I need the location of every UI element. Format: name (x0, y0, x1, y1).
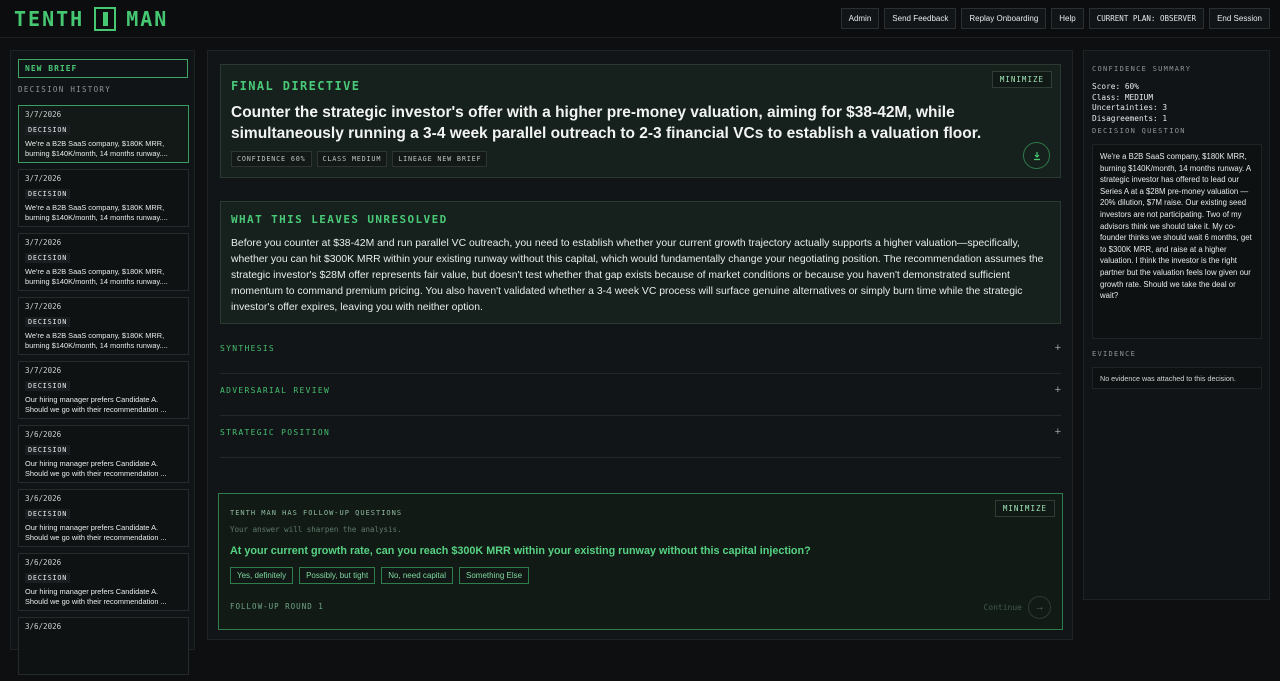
option-no-button[interactable]: No, need capital (381, 567, 454, 584)
logo-text-right: MAN (126, 7, 169, 31)
history-item-text: We're a B2B SaaS company, $180K MRR, bur… (25, 203, 168, 222)
expand-icon: + (1054, 384, 1061, 396)
option-yes-button[interactable]: Yes, definitely (230, 567, 294, 584)
history-item-text: Our hiring manager prefers Candidate A. … (25, 459, 167, 478)
app-logo[interactable]: TENTH MAN (14, 6, 168, 32)
history-item-tag: DECISION (25, 189, 71, 199)
score-value: Score: 60% (1092, 82, 1139, 91)
history-item[interactable]: 3/7/2026 DECISION We're a B2B SaaS compa… (18, 169, 189, 227)
history-item-tag: DECISION (25, 381, 71, 391)
history-item-tag: DECISION (25, 573, 71, 583)
history-item-tag: DECISION (25, 125, 71, 135)
history-item[interactable]: 3/7/2026 DECISION We're a B2B SaaS compa… (18, 297, 189, 355)
evidence-text: No evidence was attached to this decisio… (1092, 367, 1262, 389)
unresolved-card: WHAT THIS LEAVES UNRESOLVED Before you c… (220, 201, 1061, 324)
history-item-date: 3/7/2026 (25, 238, 62, 247)
continue-button[interactable]: Continue (983, 603, 1022, 612)
confidence-summary: Score: 60% Class: MEDIUM Uncertainties: … (1092, 82, 1167, 124)
history-item-text: We're a B2B SaaS company, $180K MRR, bur… (25, 267, 168, 286)
history-item[interactable]: 3/7/2026 DECISION We're a B2B SaaS compa… (18, 233, 189, 291)
arrow-right-icon[interactable]: → (1028, 596, 1051, 619)
history-item[interactable]: 3/6/2026 (18, 617, 189, 675)
lineage-pill: LINEAGE NEW BRIEF (392, 151, 488, 167)
history-item-tag: DECISION (25, 253, 71, 263)
history-item-text: Our hiring manager prefers Candidate A. … (25, 587, 167, 606)
main-panel: FINAL DIRECTIVE MINIMIZE Counter the str… (207, 50, 1073, 640)
follow-up-question: At your current growth rate, can you rea… (230, 545, 811, 557)
history-item-tag: DECISION (25, 445, 71, 455)
final-directive-title: FINAL DIRECTIVE (231, 79, 361, 93)
class-value: Class: MEDIUM (1092, 92, 1154, 102)
new-brief-button[interactable]: NEW BRIEF (18, 59, 188, 78)
history-item-text: Our hiring manager prefers Candidate A. … (25, 523, 167, 542)
decision-question-title: DECISION QUESTION (1092, 127, 1186, 135)
final-directive-card: FINAL DIRECTIVE MINIMIZE Counter the str… (220, 64, 1061, 178)
follow-up-round: FOLLOW-UP ROUND 1 (230, 602, 324, 611)
history-item[interactable]: 3/6/2026 DECISION Our hiring manager pre… (18, 425, 189, 483)
help-button[interactable]: Help (1051, 8, 1084, 29)
history-item-tag: DECISION (25, 509, 71, 519)
history-item-date: 3/7/2026 (25, 174, 62, 183)
option-possibly-button[interactable]: Possibly, but tight (299, 567, 376, 584)
unresolved-title: WHAT THIS LEAVES UNRESOLVED (231, 213, 448, 226)
confidence-summary-title: CONFIDENCE SUMMARY (1092, 65, 1192, 73)
unresolved-text: Before you counter at $38-42M and run pa… (231, 238, 1044, 313)
class-pill: CLASS MEDIUM (316, 151, 388, 167)
section-adversarial-review[interactable]: ADVERSARIAL REVIEW + (220, 374, 1061, 416)
directive-minimize-button[interactable]: MINIMIZE (991, 71, 1052, 88)
disagreements-value: Disagreements: 1 (1092, 113, 1168, 123)
logo-mark-icon (94, 7, 117, 31)
logo-text-left: TENTH (14, 7, 85, 31)
follow-up-card: TENTH MAN HAS FOLLOW-UP QUESTIONS Your a… (218, 493, 1063, 630)
history-item-date: 3/7/2026 (25, 302, 62, 311)
decision-history-list: 3/7/2026 DECISION We're a B2B SaaS compa… (18, 105, 189, 681)
decision-question-text: We're a B2B SaaS company, $180K MRR, bur… (1092, 144, 1262, 339)
current-plan-button[interactable]: CURRENT PLAN: OBSERVER (1088, 8, 1205, 29)
admin-button[interactable]: Admin (840, 8, 880, 29)
follow-up-minimize-button[interactable]: MINIMIZE (994, 500, 1055, 517)
download-icon (1033, 151, 1040, 160)
history-item-text: We're a B2B SaaS company, $180K MRR, bur… (25, 139, 168, 158)
section-synthesis[interactable]: SYNTHESIS + (220, 332, 1061, 374)
history-item-date: 3/7/2026 (25, 366, 62, 375)
section-strategic-position[interactable]: STRATEGIC POSITION + (220, 416, 1061, 458)
history-item-tag: DECISION (25, 317, 71, 327)
history-item-date: 3/6/2026 (25, 494, 62, 503)
download-button[interactable] (1023, 142, 1050, 169)
follow-up-subtitle: Your answer will sharpen the analysis. (230, 525, 402, 534)
history-item[interactable]: 3/6/2026 DECISION Our hiring manager pre… (18, 489, 189, 547)
top-bar: TENTH MAN Admin Send Feedback Replay Onb… (0, 0, 1280, 38)
option-something-else-button[interactable]: Something Else (459, 567, 530, 584)
history-item-date: 3/6/2026 (25, 558, 62, 567)
history-item[interactable]: 3/7/2026 DECISION We're a B2B SaaS compa… (18, 105, 189, 163)
decision-history-title: DECISION HISTORY (18, 85, 112, 94)
expand-icon: + (1054, 426, 1061, 438)
replay-onboarding-button[interactable]: Replay Onboarding (961, 8, 1047, 29)
section-label: SYNTHESIS (220, 344, 276, 353)
expand-icon: + (1054, 342, 1061, 354)
directive-meta: CONFIDENCE 60% CLASS MEDIUM LINEAGE NEW … (231, 151, 488, 167)
history-item-text: We're a B2B SaaS company, $180K MRR, bur… (25, 331, 168, 350)
follow-up-options: Yes, definitely Possibly, but tight No, … (230, 567, 530, 584)
decision-history-sidebar: NEW BRIEF DECISION HISTORY 3/7/2026 DECI… (10, 50, 195, 675)
end-session-button[interactable]: End Session (1209, 8, 1270, 29)
history-item[interactable]: 3/6/2026 DECISION Our hiring manager pre… (18, 553, 189, 611)
confidence-sidebar: CONFIDENCE SUMMARY Score: 60% Class: MED… (1083, 50, 1270, 600)
section-label: STRATEGIC POSITION (220, 428, 331, 437)
section-label: ADVERSARIAL REVIEW (220, 386, 331, 395)
top-nav: Admin Send Feedback Replay Onboarding He… (840, 8, 1270, 29)
history-item-date: 3/6/2026 (25, 622, 62, 631)
send-feedback-button[interactable]: Send Feedback (884, 8, 957, 29)
follow-up-title: TENTH MAN HAS FOLLOW-UP QUESTIONS (230, 509, 403, 517)
confidence-pill: CONFIDENCE 60% (231, 151, 312, 167)
history-item[interactable]: 3/7/2026 DECISION Our hiring manager pre… (18, 361, 189, 419)
history-item-date: 3/7/2026 (25, 110, 62, 119)
history-item-text: Our hiring manager prefers Candidate A. … (25, 395, 167, 414)
evidence-title: EVIDENCE (1092, 350, 1137, 358)
history-item-date: 3/6/2026 (25, 430, 62, 439)
directive-text: Counter the strategic investor's offer w… (231, 104, 982, 142)
uncertainties-value: Uncertainties: 3 (1092, 103, 1168, 112)
